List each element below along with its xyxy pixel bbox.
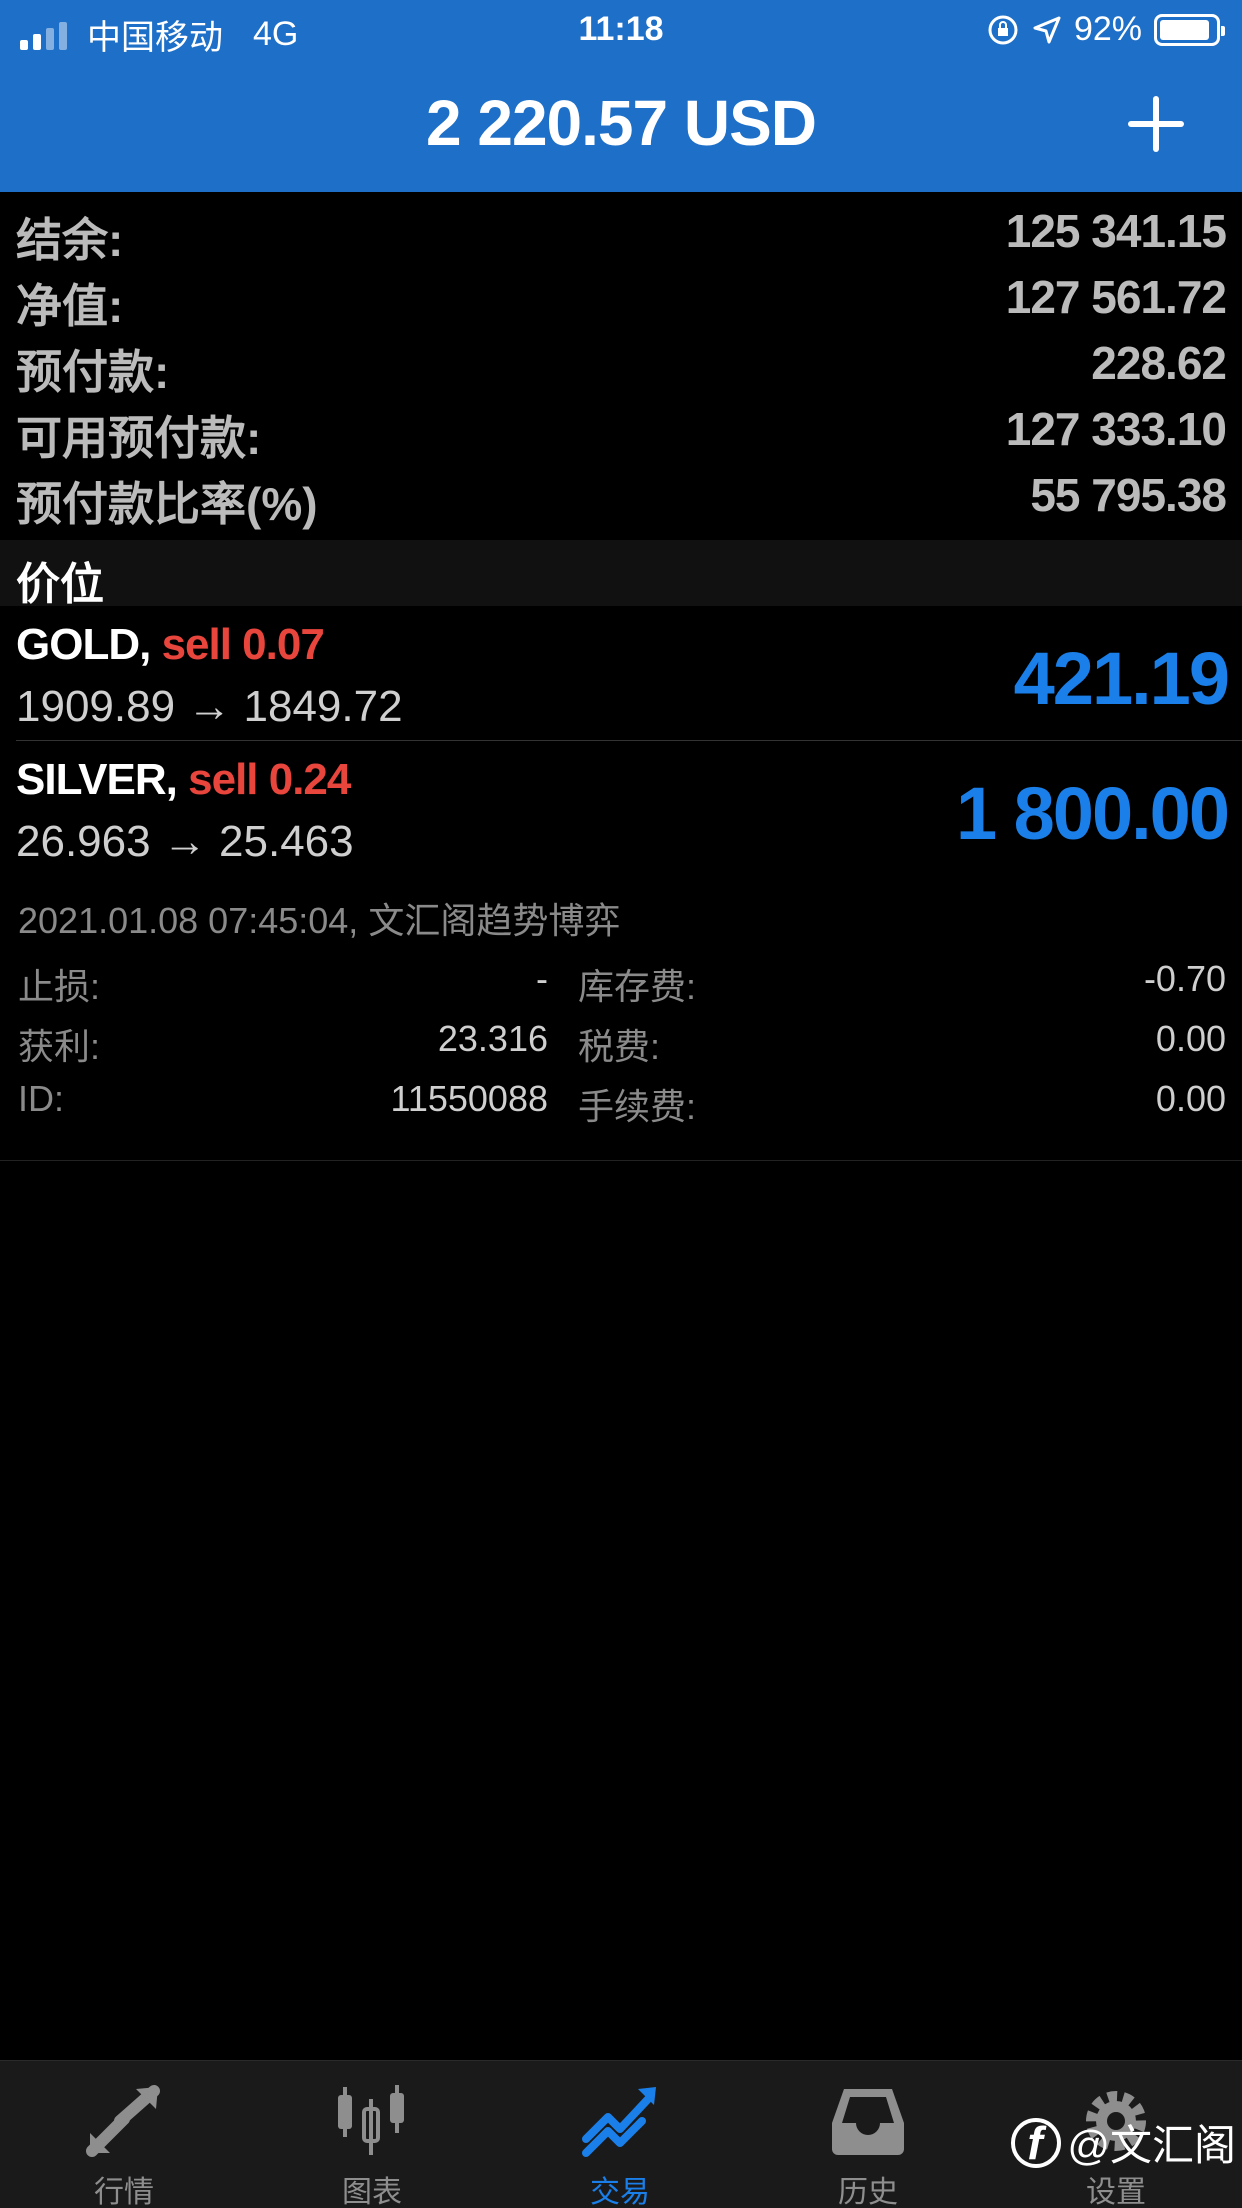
summary-row-free-margin: 可用预付款: 127 333.10 (0, 396, 1242, 464)
detail-label: 获利: (18, 1026, 101, 1067)
summary-label: 结余: (16, 214, 124, 266)
summary-value: 127 561.72 (1005, 271, 1227, 323)
plus-icon[interactable] (1128, 96, 1184, 152)
quotes-arrows-icon (86, 2085, 160, 2157)
candlestick-chart-icon (338, 2085, 404, 2155)
position-profit: 421.19 (1013, 637, 1230, 720)
detail-row: 止损: - 库存费: -0.70 (0, 952, 1242, 1012)
status-bar: 中国移动 4G 11:18 92% (0, 0, 1242, 62)
location-arrow-icon (1033, 16, 1061, 43)
section-title: 价位 (16, 560, 104, 609)
tab-label: 行情 (94, 2176, 154, 2208)
tab-history[interactable]: 历史 (744, 2061, 992, 2208)
trade-trend-icon (582, 2087, 656, 2157)
detail-row: 获利: 23.316 税费: 0.00 (0, 1012, 1242, 1072)
tab-label: 历史 (838, 2176, 898, 2208)
summary-row-equity: 净值: 127 561.72 (0, 264, 1242, 332)
detail-value: -0.70 (1143, 958, 1226, 999)
position-prices: 26.963 → 25.463 (16, 817, 354, 866)
position-row-gold[interactable]: GOLD, sell 0.07 1909.89 → 1849.72 421.19 (0, 606, 1242, 740)
position-details: 止损: - 库存费: -0.70 获利: 23.316 税费: 0.00 ID:… (0, 952, 1242, 1132)
summary-label: 净值: (16, 280, 124, 332)
account-profit-title: 2 220.57 USD (425, 87, 817, 159)
tab-charts[interactable]: 图表 (248, 2061, 496, 2208)
battery-percent: 92% (1073, 10, 1142, 48)
summary-value: 55 795.38 (1030, 469, 1227, 521)
position-row-silver[interactable]: SILVER, sell 0.24 26.963 → 25.463 1 800.… (0, 741, 1242, 875)
detail-value: 0.00 (1155, 1018, 1226, 1059)
detail-label: 库存费: (578, 966, 697, 1007)
position-side: sell 0.24 (188, 755, 351, 804)
tab-label: 图表 (342, 2176, 402, 2208)
tab-label: 交易 (590, 2176, 650, 2208)
detail-row: ID: 11550088 手续费: 0.00 (0, 1072, 1242, 1132)
summary-row-margin-level: 预付款比率(%) 55 795.38 (0, 462, 1242, 530)
history-inbox-icon (832, 2089, 904, 2155)
detail-value: 11550088 (390, 1078, 549, 1119)
position-symbol: SILVER, (16, 755, 178, 804)
tab-label: 设置 (1086, 2176, 1146, 2208)
account-summary: 结余: 125 341.15 净值: 127 561.72 预付款: 228.6… (0, 198, 1242, 530)
position-profit: 1 800.00 (955, 772, 1230, 855)
detail-label: 止损: (18, 966, 101, 1007)
rotation-lock-icon (988, 15, 1018, 44)
detail-value: 23.316 (437, 1018, 548, 1059)
top-bar: 中国移动 4G 11:18 92% 2 220.57 USD (0, 0, 1242, 192)
list-end-divider (0, 1160, 1242, 1161)
detail-label: 税费: (578, 1026, 661, 1067)
summary-value: 125 341.15 (1005, 205, 1227, 257)
summary-value: 127 333.10 (1005, 403, 1227, 455)
tab-trade[interactable]: 交易 (496, 2061, 744, 2208)
summary-row-balance: 结余: 125 341.15 (0, 198, 1242, 266)
summary-label: 预付款: (16, 346, 170, 398)
watermark: @文汇阁 (1011, 2112, 1236, 2173)
detail-value: 0.00 (1155, 1078, 1226, 1119)
summary-label: 预付款比率(%) (16, 478, 318, 530)
summary-label: 可用预付款: (16, 412, 262, 464)
summary-row-margin: 预付款: 228.62 (0, 330, 1242, 398)
position-open-time-comment: 2021.01.08 07:45:04, 文汇阁趋势博弈 (18, 900, 621, 941)
position-title: SILVER, sell 0.24 (16, 755, 351, 805)
position-symbol: GOLD, (16, 620, 151, 669)
detail-label: 手续费: (578, 1086, 697, 1127)
watermark-text: @文汇阁 (1067, 2122, 1236, 2169)
battery-icon (1154, 13, 1225, 46)
position-prices: 1909.89 → 1849.72 (16, 682, 403, 731)
detail-label: ID: (18, 1078, 65, 1119)
position-side: sell 0.07 (161, 620, 325, 669)
tab-quotes[interactable]: 行情 (0, 2061, 248, 2208)
positions-section-header: 价位 (0, 540, 1242, 609)
watermark-logo-icon (1011, 2116, 1062, 2170)
summary-value: 228.62 (1091, 337, 1227, 389)
position-title: GOLD, sell 0.07 (16, 620, 325, 670)
detail-value: - (536, 958, 548, 999)
